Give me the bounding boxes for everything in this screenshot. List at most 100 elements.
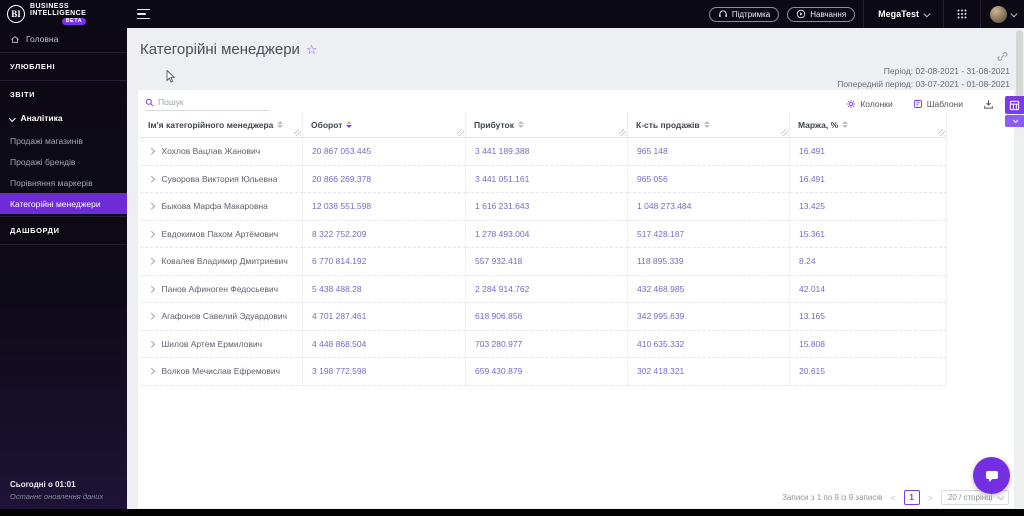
sales-count-value: 517 428.187 xyxy=(628,220,790,248)
app-window: BI BUSINESS INTELLIGENCE BETA Підтримка … xyxy=(0,0,1024,516)
expand-row-icon[interactable] xyxy=(148,230,155,237)
support-label: Підтримка xyxy=(731,9,771,19)
turnover-value: 3 198 772.598 xyxy=(303,358,466,386)
turnover-value: 4 448 868.504 xyxy=(303,330,466,358)
chevron-down-icon xyxy=(1010,10,1017,17)
data-update-info: Сьогодні о 01:01 Останнє оновлення даних xyxy=(10,480,103,501)
gear-icon xyxy=(847,100,856,108)
period-label: Період: 02-08-2021 - 31-08-2021 xyxy=(883,66,1010,76)
profit-value: 3 441 189.388 xyxy=(466,138,628,166)
templates-button[interactable]: Шаблони xyxy=(913,99,963,109)
column-header-sales-count[interactable]: К-сть продажів xyxy=(628,112,790,138)
user-menu[interactable] xyxy=(981,5,1024,23)
apps-grid-button[interactable] xyxy=(944,8,980,20)
previous-period-label: Попередній період: 03-07-2021 - 01-08-20… xyxy=(837,79,1010,89)
column-header-turnover[interactable]: Оборот xyxy=(303,112,466,138)
sales-count-value: 965 056 xyxy=(628,165,790,193)
sidebar-item-marker-comparison[interactable]: Порівняння маркерів xyxy=(0,172,127,193)
profit-value: 1 278 493.004 xyxy=(466,220,628,248)
manager-name: Хохлов Вацлав Жанович xyxy=(161,146,261,157)
manager-name: Панов Афиноген Федосьевич xyxy=(161,283,279,294)
profit-value: 659 430.879 xyxy=(466,358,628,386)
profit-value: 703 280.977 xyxy=(466,330,628,358)
sidebar-item-category-managers[interactable]: Категорійні менеджери xyxy=(0,193,127,214)
prev-page-button[interactable]: < xyxy=(890,493,895,503)
profit-value: 618 906.856 xyxy=(466,303,628,331)
records-summary: Записи з 1 по 9 із 9 записів xyxy=(782,493,883,502)
workspace-selector[interactable]: MegaTest xyxy=(864,9,942,19)
sidebar-collapse-icon[interactable] xyxy=(137,8,150,20)
table-row: Шилов Артем Ермилович 4 448 868.504 703 … xyxy=(140,330,947,358)
sidebar-item-home[interactable]: Головна xyxy=(0,28,127,50)
sales-count-value: 1 048 273.484 xyxy=(628,193,790,221)
collapse-panel-button[interactable] xyxy=(1005,115,1024,127)
section-favorites: УЛЮБЛЕНІ xyxy=(10,62,56,71)
margin-value: 15.361 xyxy=(790,220,947,248)
manager-name: Евдокимов Пахом Артёмович xyxy=(161,228,279,239)
divider xyxy=(0,216,127,217)
divider xyxy=(0,244,127,245)
sales-count-value: 302 418.321 xyxy=(628,358,790,386)
main-content: Категорійні менеджери ☆ Період: 02-08-20… xyxy=(127,28,1024,509)
logo-line1: BUSINESS xyxy=(30,3,69,10)
training-label: Навчання xyxy=(810,9,847,19)
chat-bubble-icon xyxy=(985,470,998,482)
manager-name: Суворова Виктория Юльевна xyxy=(161,173,278,184)
column-resize-handle[interactable] xyxy=(781,129,788,136)
report-panel: Колонки Шаблони Ім'я категорійного менед… xyxy=(138,90,1014,508)
bi-logo-icon: BI xyxy=(7,5,25,23)
expand-row-icon[interactable] xyxy=(148,340,155,347)
template-icon xyxy=(913,100,922,108)
sidebar-item-store-sales[interactable]: Продажі магазинів xyxy=(0,130,127,151)
table-row: Хохлов Вацлав Жанович 20 867 053.445 3 4… xyxy=(140,138,947,166)
column-header-name[interactable]: Ім'я категорійного менеджера xyxy=(140,112,303,138)
turnover-value: 8 322 752.209 xyxy=(303,220,466,248)
chat-support-button[interactable] xyxy=(973,457,1010,494)
turnover-value: 12 038 551.598 xyxy=(303,193,466,221)
table-row: Суворова Виктория Юльевна 20 866 269.378… xyxy=(140,165,947,193)
columns-button[interactable]: Колонки xyxy=(846,99,893,109)
sort-desc-icon xyxy=(346,120,353,129)
chevron-down-icon xyxy=(923,10,931,17)
window-bottom-edge xyxy=(0,509,1024,516)
expand-row-icon[interactable] xyxy=(148,368,155,375)
column-resize-handle[interactable] xyxy=(619,129,626,136)
column-header-profit[interactable]: Прибуток xyxy=(466,112,628,138)
column-resize-handle[interactable] xyxy=(938,129,945,136)
expand-row-icon[interactable] xyxy=(148,203,155,210)
expand-row-icon[interactable] xyxy=(148,285,155,292)
table-view-button[interactable] xyxy=(1005,96,1024,114)
expand-row-icon[interactable] xyxy=(148,148,155,155)
sales-count-value: 342 995.639 xyxy=(628,303,790,331)
update-caption: Останнє оновлення даних xyxy=(10,492,104,501)
turnover-value: 20 867 053.445 xyxy=(303,138,466,166)
column-header-margin[interactable]: Маржа, % xyxy=(790,112,947,138)
beta-badge: BETA xyxy=(61,18,87,25)
page-number-button[interactable]: 1 xyxy=(903,490,920,505)
column-resize-handle[interactable] xyxy=(457,129,464,136)
sidebar-item-brand-sales[interactable]: Продажі брендів xyxy=(0,151,127,172)
manager-name: Быкова Марфа Макаровна xyxy=(161,201,268,212)
chevron-down-icon xyxy=(997,493,1004,500)
next-page-button[interactable]: > xyxy=(928,493,933,503)
table-row: Панов Афиноген Федосьевич 5 438 488.28 2… xyxy=(140,275,947,303)
favorite-star-icon[interactable]: ☆ xyxy=(306,42,318,58)
sidebar-group-analytics[interactable]: Аналітика xyxy=(0,106,127,130)
table-row: Ковалев Владимир Дмитриевич 6 770 814.19… xyxy=(140,248,947,276)
expand-row-icon[interactable] xyxy=(148,175,155,182)
margin-value: 13.165 xyxy=(790,303,947,331)
expand-row-icon[interactable] xyxy=(148,258,155,265)
manager-name: Агафонов Савелий Эдуардович xyxy=(161,311,288,322)
table-row: Волков Мечислав Ефремович 3 198 772.598 … xyxy=(140,358,947,386)
search-input[interactable] xyxy=(158,97,258,107)
logo-line2: INTELLIGENCE xyxy=(30,10,87,17)
expand-row-icon[interactable] xyxy=(148,313,155,320)
search-field xyxy=(145,97,270,111)
profit-value: 557 932.418 xyxy=(466,248,628,276)
turnover-value: 20 866 269.378 xyxy=(303,165,466,193)
download-button[interactable] xyxy=(983,99,994,110)
training-button[interactable]: Навчання xyxy=(787,6,856,22)
column-resize-handle[interactable] xyxy=(294,129,301,136)
support-button[interactable]: Підтримка xyxy=(708,6,780,22)
divider xyxy=(0,52,127,53)
